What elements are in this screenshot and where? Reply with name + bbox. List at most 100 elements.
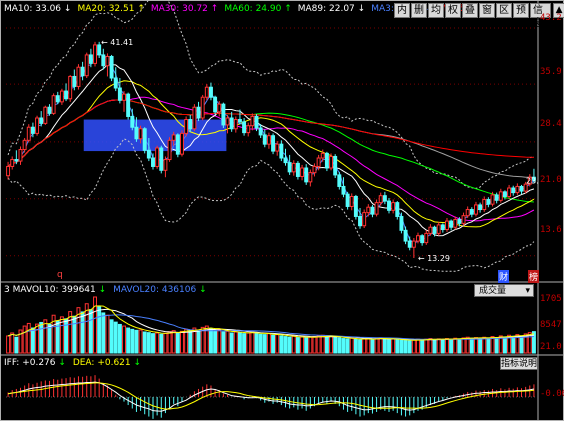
candle-body (237, 119, 242, 123)
volume-bar (262, 334, 267, 354)
candle-body (113, 77, 118, 89)
candle-body (151, 157, 155, 167)
candle-body (10, 159, 15, 167)
volume-bar (159, 333, 164, 354)
chevron-down-icon: ▾ (525, 286, 530, 296)
candle-body (370, 206, 375, 215)
toolbar-item[interactable]: 内 (394, 3, 410, 18)
volume-bar (469, 337, 474, 354)
volume-bar (196, 329, 201, 354)
volume-bar (163, 332, 168, 354)
volume-bar (242, 333, 247, 354)
volume-bar (329, 335, 334, 354)
volume-bar (366, 337, 371, 354)
volume-bar (43, 319, 48, 354)
candle-body (18, 149, 23, 162)
candle-body (171, 134, 176, 141)
dea-label: DEA: +0.621 (72, 358, 131, 368)
candle-body (287, 162, 292, 173)
candle-body (324, 152, 329, 169)
volume-bar (208, 328, 213, 354)
ranking-badge[interactable]: 榜 (528, 270, 540, 283)
candle-body (403, 229, 408, 242)
candle-body (445, 220, 449, 231)
candle-body (200, 96, 205, 119)
price-axis-label: 13.6 (540, 225, 562, 235)
toolbar-item[interactable]: 预 (513, 3, 529, 18)
candle-body (138, 128, 143, 140)
toolbar-item[interactable]: 区 (496, 3, 512, 18)
candle-body (43, 106, 48, 124)
volume-bar (353, 338, 358, 354)
volume-bar (411, 339, 416, 354)
volume-bar (362, 338, 367, 354)
volume-axis-label: 8547 (540, 320, 562, 330)
toolbar-item[interactable]: 权 (445, 3, 461, 18)
volume-bar (420, 339, 425, 354)
candle-body (436, 224, 441, 234)
volume-bar (324, 336, 329, 354)
toolbar-item[interactable]: 删 (411, 3, 427, 18)
candle-body (469, 209, 474, 215)
candle-body (35, 117, 40, 134)
candle-body (320, 152, 325, 159)
candle-body (262, 134, 267, 145)
toolbar-item[interactable]: 窗 (479, 3, 495, 18)
candle-body (64, 90, 69, 100)
volume-bar (72, 315, 77, 354)
volume-bar (341, 338, 346, 354)
volume-bar (482, 336, 487, 354)
candle-body (362, 212, 367, 227)
candle-body (291, 162, 296, 173)
candle-body (399, 215, 404, 231)
candle-body (494, 194, 499, 201)
mavol10-label: MAVOL10: 399641 (12, 285, 96, 295)
volume-bar (457, 338, 462, 354)
candle-body (155, 147, 160, 167)
candle-body (312, 165, 317, 174)
event-badge[interactable]: q (56, 270, 64, 280)
volume-bar (109, 319, 114, 354)
toolbar-item[interactable]: 均 (428, 3, 444, 18)
volume-bar (146, 332, 151, 354)
volume-axis-label: 21.0 (540, 342, 562, 352)
candle-body (395, 202, 400, 217)
volume-bar (279, 335, 284, 354)
indicator-selector[interactable]: 成交量 ▾ (474, 284, 534, 297)
candle-body (84, 54, 89, 77)
candle-body (146, 149, 151, 159)
candle-body (519, 185, 524, 192)
indicator-help-button[interactable]: 指标说明 (500, 357, 538, 370)
volume-bar (80, 311, 85, 354)
candle-body (14, 159, 19, 162)
candle-body (449, 220, 454, 228)
candle-body (250, 115, 255, 127)
financial-badge[interactable]: 财 (498, 270, 510, 283)
candle-body (358, 215, 362, 227)
candle-body (374, 202, 379, 215)
current-price-label: 23. (526, 176, 539, 185)
volume-legend-prefix: 3 (4, 285, 10, 295)
candle-body (213, 96, 218, 113)
volume-bar (105, 314, 110, 354)
mavol20-label: MAVOL20: 436106 (113, 285, 197, 295)
candle-body (109, 55, 114, 79)
chart-toolbar: 内删均权叠窗区预信息▲▼ (394, 3, 564, 29)
volume-bar (180, 330, 184, 354)
candle-body (420, 235, 425, 244)
candle-body (424, 232, 429, 244)
candle-body (308, 172, 313, 183)
volume-bar (254, 332, 259, 354)
toolbar-item[interactable]: 叠 (462, 3, 478, 18)
candle-body (196, 106, 201, 119)
candle-body (126, 93, 131, 117)
volume-bar (395, 339, 400, 354)
volume-bar (117, 323, 122, 354)
candle-body (217, 103, 222, 113)
candle-body (266, 135, 271, 145)
ma-legend-item: MA60: 24.90 ↑ (224, 4, 292, 14)
volume-bar (391, 338, 396, 354)
volume-bar (358, 339, 362, 354)
candle-body (258, 127, 263, 136)
candle-body (478, 204, 483, 211)
